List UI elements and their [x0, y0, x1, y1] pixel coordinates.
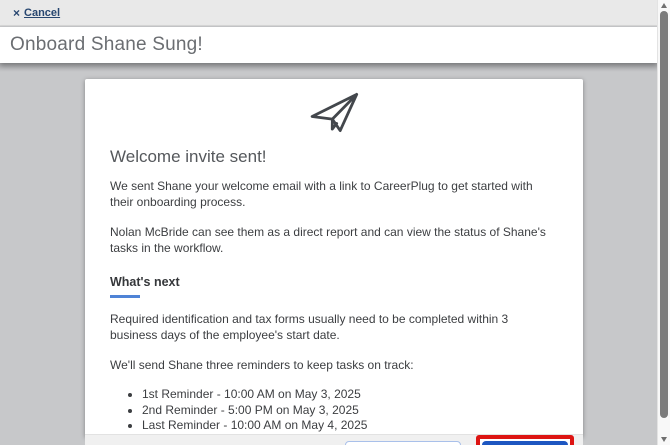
modal-heading: Welcome invite sent!	[110, 147, 267, 166]
modal-footer: Back to Applicants Close Job	[85, 433, 583, 445]
tax-forms-text: Required identification and tax forms us…	[110, 312, 509, 342]
heading-underline	[110, 295, 140, 298]
back-to-applicants-button[interactable]: Back to Applicants	[344, 441, 461, 445]
list-item: Last Reminder - 10:00 AM on May 4, 2025	[142, 418, 558, 434]
click-target-annotation: Close Job	[475, 434, 574, 445]
reminders-intro-text: We'll send Shane three reminders to keep…	[110, 358, 414, 372]
page-header: Onboard Shane Sung!	[0, 27, 657, 63]
cancel-label: Cancel	[24, 6, 61, 19]
topbar: × Cancel	[0, 0, 657, 26]
scroll-up-icon[interactable]	[661, 3, 667, 8]
cancel-link[interactable]: × Cancel	[13, 7, 60, 19]
onboarding-confirmation-modal: Welcome invite sent! We sent Shane your …	[85, 79, 583, 445]
paper-plane-icon	[310, 92, 359, 133]
page-title: Onboard Shane Sung!	[10, 34, 203, 55]
list-item: 1st Reminder - 10:00 AM on May 3, 2025	[142, 387, 558, 403]
scroll-down-icon[interactable]	[661, 437, 667, 442]
invite-sent-text: We sent Shane your welcome email with a …	[110, 179, 533, 209]
close-job-button[interactable]: Close Job	[481, 440, 568, 445]
direct-report-text: Nolan McBride can see them as a direct r…	[110, 225, 546, 255]
icon-wrap	[110, 92, 558, 141]
reminder-list: 1st Reminder - 10:00 AM on May 3, 2025 2…	[110, 387, 558, 434]
scrollbar-thumb[interactable]	[660, 11, 668, 418]
scrollbar[interactable]	[657, 0, 670, 445]
list-item: 2nd Reminder - 5:00 PM on May 3, 2025	[142, 403, 558, 419]
close-icon: ×	[13, 5, 21, 20]
whats-next-heading: What's next	[110, 275, 180, 289]
modal-backdrop: Welcome invite sent! We sent Shane your …	[0, 63, 657, 445]
modal-body: Welcome invite sent! We sent Shane your …	[85, 79, 583, 434]
